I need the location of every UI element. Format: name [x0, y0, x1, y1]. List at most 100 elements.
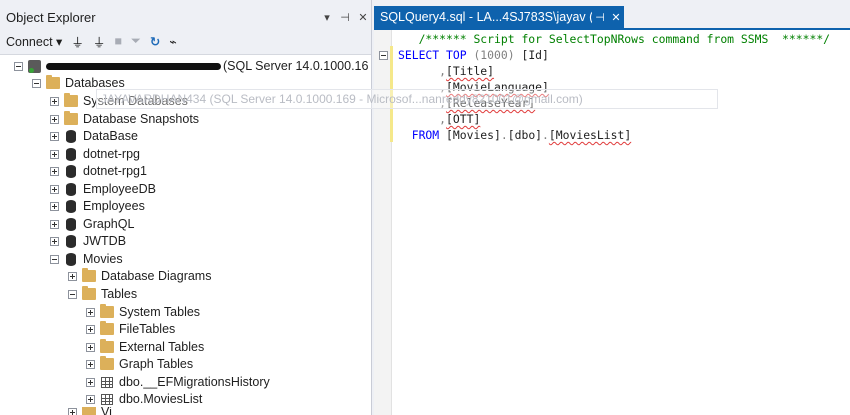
collapse-icon[interactable] [32, 78, 41, 88]
database-icon [66, 129, 76, 143]
folder-icon [100, 339, 114, 353]
expand-icon[interactable] [86, 342, 95, 352]
folder-icon [100, 321, 114, 335]
tree-node-label: Graph Tables [119, 357, 194, 371]
disconnect-plug-icon[interactable]: ⏚ [93, 32, 106, 51]
expand-icon[interactable] [86, 307, 95, 317]
refresh-icon[interactable]: ↻ [150, 34, 160, 49]
tree-node-label: DataBase [83, 129, 138, 143]
collapse-icon[interactable] [50, 254, 59, 264]
tree-node-db-jwtdb[interactable]: JWTDB [50, 232, 126, 250]
folder-icon [64, 93, 78, 107]
database-icon [66, 147, 76, 161]
tree-node-label: System Tables [119, 305, 201, 319]
expand-icon[interactable] [50, 184, 59, 194]
close-icon[interactable]: ✕ [354, 11, 371, 24]
sql-keyword-select: SELECT [398, 48, 440, 62]
tree-node-label: EmployeeDB [83, 182, 156, 196]
connect-plug-icon[interactable]: ⏚ [71, 32, 84, 51]
tree-node-label: Vi [101, 407, 112, 415]
expand-icon[interactable] [50, 236, 59, 246]
tree-node-db-graphql[interactable]: GraphQL [50, 215, 134, 233]
tree-node-label: GraphQL [83, 217, 135, 231]
pin-tab-icon[interactable]: ⊣ [592, 11, 608, 24]
tree-node-system-tables[interactable]: System Tables [86, 303, 200, 321]
tree-node-graph-tables[interactable]: Graph Tables [86, 355, 193, 373]
collapse-icon[interactable] [14, 61, 23, 71]
tree-node-label: Database Snapshots [83, 112, 200, 126]
sql-column: [Title] [446, 64, 495, 78]
tree-node-label: Tables [101, 287, 138, 301]
expand-icon[interactable] [68, 407, 77, 415]
query-editor[interactable]: /****** Script for SelectTopNRows comman… [374, 28, 850, 415]
tree-node-db-movies[interactable]: Movies [50, 250, 123, 268]
ssms-window: Object Explorer ▾ ⊣ ✕ Connect ▾ ⏚ ⏚ ■ ⏷ … [0, 0, 850, 415]
database-icon [66, 182, 76, 196]
tree-node-server[interactable]: (SQL Server 14.0.1000.16 [14, 57, 368, 75]
code-line-from: FROM [Movies].[dbo].[MoviesList] [411, 128, 632, 142]
tree-node-database-snapshots[interactable]: Database Snapshots [50, 110, 199, 128]
sql-keyword-top: TOP [446, 48, 467, 62]
tree-node-db-dotnet-rpg[interactable]: dotnet-rpg [50, 145, 140, 163]
tree-node-label: dotnet-rpg [83, 147, 140, 161]
tree-node-db-dotnet-rpg1[interactable]: dotnet-rpg1 [50, 162, 147, 180]
filter-icon[interactable]: ⏷ [131, 34, 141, 49]
expand-icon[interactable] [50, 149, 59, 159]
outline-collapse-icon[interactable] [379, 51, 388, 60]
folder-icon [82, 407, 96, 415]
tree-node-db-database[interactable]: DataBase [50, 127, 138, 145]
sql-database: [Movies] [446, 128, 501, 142]
object-explorer-titlebar: Object Explorer ▾ ⊣ ✕ [0, 6, 371, 28]
tree-node-table-movieslist[interactable]: dbo.MoviesList [86, 390, 202, 408]
sql-schema: [dbo] [507, 128, 543, 142]
close-tab-icon[interactable]: ✕ [608, 11, 624, 24]
tab-sqlquery4[interactable]: SQLQuery4.sql - LA...4SJ783S\jayav (53))… [374, 6, 624, 28]
sql-column: [Id] [521, 48, 549, 62]
collapse-icon[interactable] [68, 289, 77, 299]
expand-icon[interactable] [50, 201, 59, 211]
expand-icon[interactable] [50, 131, 59, 141]
expand-icon[interactable] [86, 377, 95, 387]
code-line-col: ,[OTT] [439, 112, 481, 126]
database-icon [66, 164, 76, 178]
tree-node-label: Database Diagrams [101, 269, 212, 283]
tree-node-label: External Tables [119, 340, 205, 354]
tree-node-external-tables[interactable]: External Tables [86, 338, 204, 356]
tree-node-table-efmigrationshistory[interactable]: dbo.__EFMigrationsHistory [86, 373, 270, 391]
expand-icon[interactable] [86, 359, 95, 369]
folder-icon [82, 286, 96, 300]
sql-keyword-from: FROM [411, 128, 440, 142]
pin-icon[interactable]: ⊣ [336, 11, 354, 24]
database-icon [66, 234, 76, 248]
expand-icon[interactable] [86, 394, 95, 404]
server-tooltip-ghost: JAYAVARDHAN434 (SQL Server 14.0.1000.169… [96, 89, 718, 109]
table-icon [101, 376, 113, 388]
tree-node-filetables[interactable]: FileTables [86, 320, 175, 338]
redacted-server-name [46, 62, 221, 70]
tree-node-db-employeedb[interactable]: EmployeeDB [50, 180, 156, 198]
expand-icon[interactable] [50, 96, 59, 106]
window-position-dropdown-icon[interactable]: ▾ [318, 11, 336, 24]
tree-node-tables[interactable]: Tables [68, 285, 137, 303]
tree-node-label: Employees [83, 199, 145, 213]
folder-icon [82, 268, 96, 282]
expand-icon[interactable] [86, 324, 95, 334]
tree-node-database-diagrams[interactable]: Database Diagrams [68, 267, 211, 285]
database-icon [66, 217, 76, 231]
sql-code[interactable]: /****** Script for SelectTopNRows comman… [379, 31, 830, 143]
activity-monitor-icon[interactable]: ⌁ [169, 34, 177, 49]
expand-icon[interactable] [50, 219, 59, 229]
table-icon [101, 393, 113, 405]
server-icon [28, 59, 41, 73]
expand-icon[interactable] [50, 114, 59, 124]
expand-icon[interactable] [68, 271, 77, 281]
tree-node-label: JWTDB [83, 234, 127, 248]
folder-icon [100, 304, 114, 318]
tree-node-db-employees[interactable]: Employees [50, 197, 145, 215]
connect-dropdown-button[interactable]: Connect ▾ [6, 34, 62, 49]
tree-node-label: dbo.MoviesList [119, 392, 203, 406]
document-tab-bar: SQLQuery4.sql - LA...4SJ783S\jayav (53))… [372, 0, 850, 28]
expand-icon[interactable] [50, 166, 59, 176]
tree-node-views-partial[interactable]: Vi [68, 407, 112, 415]
stop-icon[interactable]: ■ [114, 34, 122, 48]
